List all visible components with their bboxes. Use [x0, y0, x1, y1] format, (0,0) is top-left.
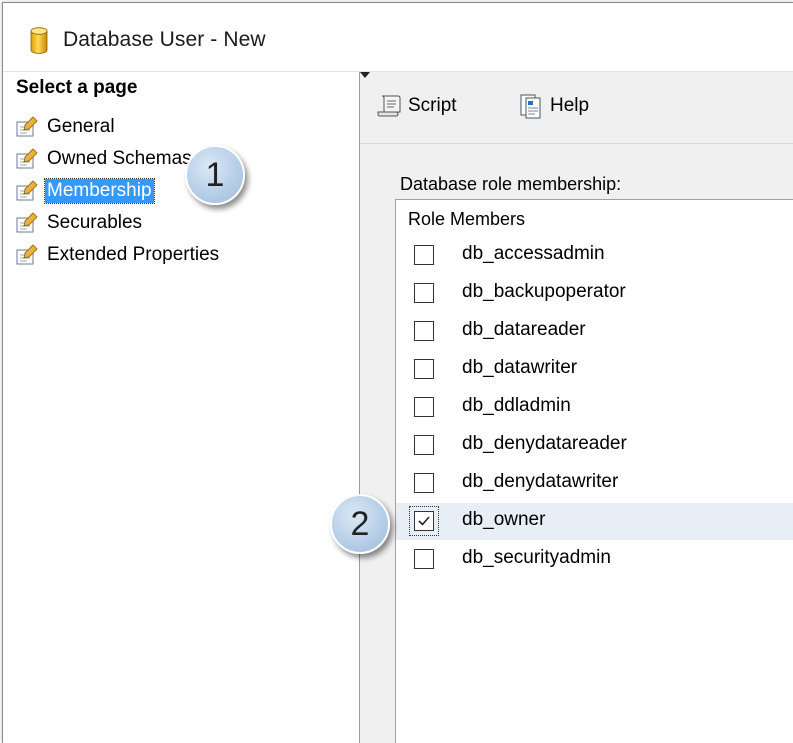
role-name: db_datawriter	[462, 357, 578, 378]
role-row-db-ddladmin[interactable]: db_ddladmin	[396, 389, 793, 426]
database-icon	[30, 27, 48, 54]
role-row-db-backupoperator[interactable]: db_backupoperator	[396, 275, 793, 312]
role-name: db_ddladmin	[462, 395, 571, 416]
page-properties-icon	[16, 148, 38, 169]
role-membership-label: Database role membership:	[400, 174, 622, 194]
window-title: Database User - New	[63, 28, 266, 51]
page-label-general: General	[47, 116, 115, 137]
callout-step-1: 1	[185, 145, 245, 205]
role-checkbox[interactable]	[414, 283, 434, 303]
dropdown-arrow-icon[interactable]	[360, 72, 370, 78]
role-checkbox[interactable]	[414, 473, 434, 493]
select-page-pane: Select a page General Owned Schemas Memb…	[3, 72, 360, 743]
page-item-securables[interactable]: Securables	[15, 207, 221, 239]
role-row-db-accessadmin[interactable]: db_accessadmin	[396, 237, 793, 274]
role-name: db_denydatareader	[462, 433, 627, 454]
role-row-db-denydatawriter[interactable]: db_denydatawriter	[396, 465, 793, 502]
role-name: db_securityadmin	[462, 547, 611, 568]
role-row-db-securityadmin[interactable]: db_securityadmin	[396, 541, 793, 578]
role-checkbox[interactable]	[414, 245, 434, 265]
title-bar: Database User - New	[3, 3, 793, 72]
help-button-label: Help	[550, 95, 590, 116]
checkmark-icon	[418, 516, 430, 526]
role-checkbox-checked[interactable]	[414, 511, 434, 531]
role-name: db_datareader	[462, 319, 586, 340]
select-page-header: Select a page	[16, 77, 138, 98]
page-item-general[interactable]: General	[15, 111, 221, 143]
membership-page: Database role membership: Role Members d…	[360, 144, 793, 743]
role-row-db-denydatareader[interactable]: db_denydatareader	[396, 427, 793, 464]
page-properties-icon	[16, 180, 38, 201]
role-row-db-owner[interactable]: db_owner	[396, 503, 793, 540]
role-checkbox[interactable]	[414, 359, 434, 379]
role-members-header: Role Members	[408, 209, 526, 229]
callout-step-2: 2	[330, 494, 390, 554]
script-button-label: Script	[408, 95, 457, 116]
help-icon	[520, 94, 541, 119]
script-button[interactable]: Script	[376, 93, 457, 119]
role-members-list[interactable]: Role Members db_accessadmin db_backupope…	[395, 199, 793, 743]
role-name: db_owner	[462, 509, 546, 530]
role-checkbox[interactable]	[414, 397, 434, 417]
role-checkbox[interactable]	[414, 321, 434, 341]
role-row-db-datareader[interactable]: db_datareader	[396, 313, 793, 350]
page-label-extended-properties: Extended Properties	[47, 244, 220, 265]
role-name: db_backupoperator	[462, 281, 626, 302]
role-name: db_accessadmin	[462, 243, 605, 264]
role-name: db_denydatawriter	[462, 471, 619, 492]
page-label-owned-schemas: Owned Schemas	[47, 148, 192, 169]
page-label-securables: Securables	[47, 212, 143, 233]
toolbar: Script Help	[360, 72, 793, 144]
page-label-membership: Membership	[44, 178, 155, 204]
role-checkbox[interactable]	[414, 435, 434, 455]
page-properties-icon	[16, 212, 38, 233]
role-row-db-datawriter[interactable]: db_datawriter	[396, 351, 793, 388]
database-user-dialog: Database User - New Select a page Genera…	[2, 2, 793, 743]
help-button[interactable]: Help	[518, 93, 589, 119]
role-checkbox[interactable]	[414, 549, 434, 569]
page-item-extended-properties[interactable]: Extended Properties	[15, 239, 221, 271]
page-properties-icon	[16, 116, 38, 137]
page-properties-icon	[16, 244, 38, 265]
script-icon	[377, 95, 401, 117]
